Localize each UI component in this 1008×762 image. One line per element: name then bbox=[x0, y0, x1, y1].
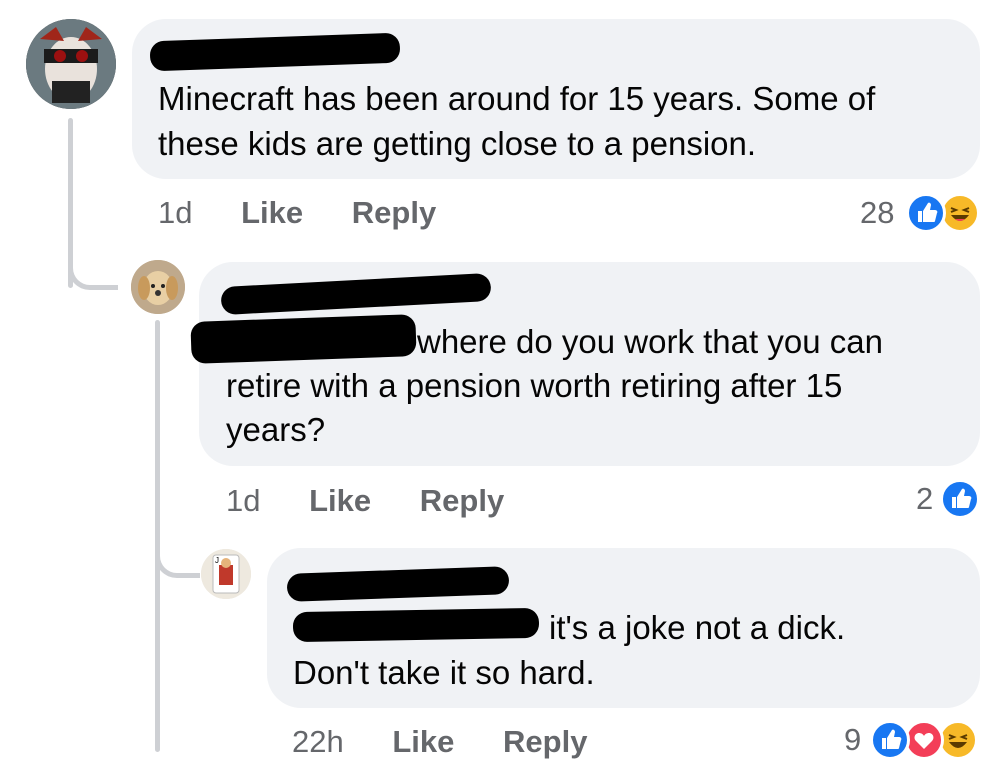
comment-text-line: Minecraft has been around for 15 years. … bbox=[158, 80, 876, 117]
avatar[interactable] bbox=[131, 260, 185, 314]
comment-bubble: Minecraft has been around for 15 years. … bbox=[132, 19, 980, 179]
redacted-mention bbox=[190, 314, 417, 364]
reaction-count[interactable]: 28 bbox=[860, 195, 894, 231]
avatar[interactable] bbox=[26, 19, 116, 109]
avatar-image bbox=[26, 19, 116, 109]
avatar[interactable]: J bbox=[201, 549, 251, 599]
avatar-image bbox=[131, 260, 185, 314]
comment-bubble: where do you work that you can retire wi… bbox=[190, 262, 980, 466]
svg-text:J: J bbox=[215, 556, 219, 565]
redacted-author-name bbox=[220, 272, 492, 316]
reply-button[interactable]: Reply bbox=[352, 195, 436, 230]
like-icon bbox=[906, 193, 946, 233]
redacted-author-name bbox=[149, 32, 401, 72]
thread-line-curve-2 bbox=[155, 548, 200, 578]
redacted-author-name bbox=[286, 566, 510, 602]
haha-icon bbox=[938, 720, 978, 760]
comment-time[interactable]: 1d bbox=[158, 195, 192, 230]
comment-bubble: it's a joke not a dick. Don't take it so… bbox=[267, 548, 980, 708]
reaction-count[interactable]: 2 bbox=[916, 481, 933, 517]
like-icon bbox=[940, 479, 980, 519]
like-button[interactable]: Like bbox=[309, 483, 371, 518]
haha-icon bbox=[940, 193, 980, 233]
comment-time[interactable]: 22h bbox=[292, 724, 344, 759]
thread-line-curve-1 bbox=[68, 260, 118, 290]
comment-text-line: years? bbox=[226, 411, 326, 448]
avatar-image: J bbox=[201, 549, 251, 599]
redacted-mention bbox=[292, 607, 540, 643]
comment-text-line: Don't take it so hard. bbox=[293, 654, 595, 691]
reaction-count[interactable]: 9 bbox=[844, 722, 861, 758]
like-icon bbox=[870, 720, 910, 760]
comment-meta: 22h Like Reply bbox=[292, 724, 587, 760]
comment-text-line: it's a joke not a dick. bbox=[549, 609, 846, 646]
comment-text-line: these kids are getting close to a pensio… bbox=[158, 125, 757, 162]
like-button[interactable]: Like bbox=[392, 724, 454, 759]
comment-text-line: where do you work that you can bbox=[417, 323, 883, 360]
like-button[interactable]: Like bbox=[241, 195, 303, 230]
comment-text-line: retire with a pension worth retiring aft… bbox=[226, 367, 843, 404]
comment-meta: 1d Like Reply bbox=[158, 195, 436, 231]
love-icon bbox=[904, 720, 944, 760]
comment-meta: 1d Like Reply bbox=[226, 483, 504, 519]
thread-line-sub bbox=[155, 320, 160, 752]
comment-time[interactable]: 1d bbox=[226, 483, 260, 518]
reply-button[interactable]: Reply bbox=[420, 483, 504, 518]
reply-button[interactable]: Reply bbox=[503, 724, 587, 759]
